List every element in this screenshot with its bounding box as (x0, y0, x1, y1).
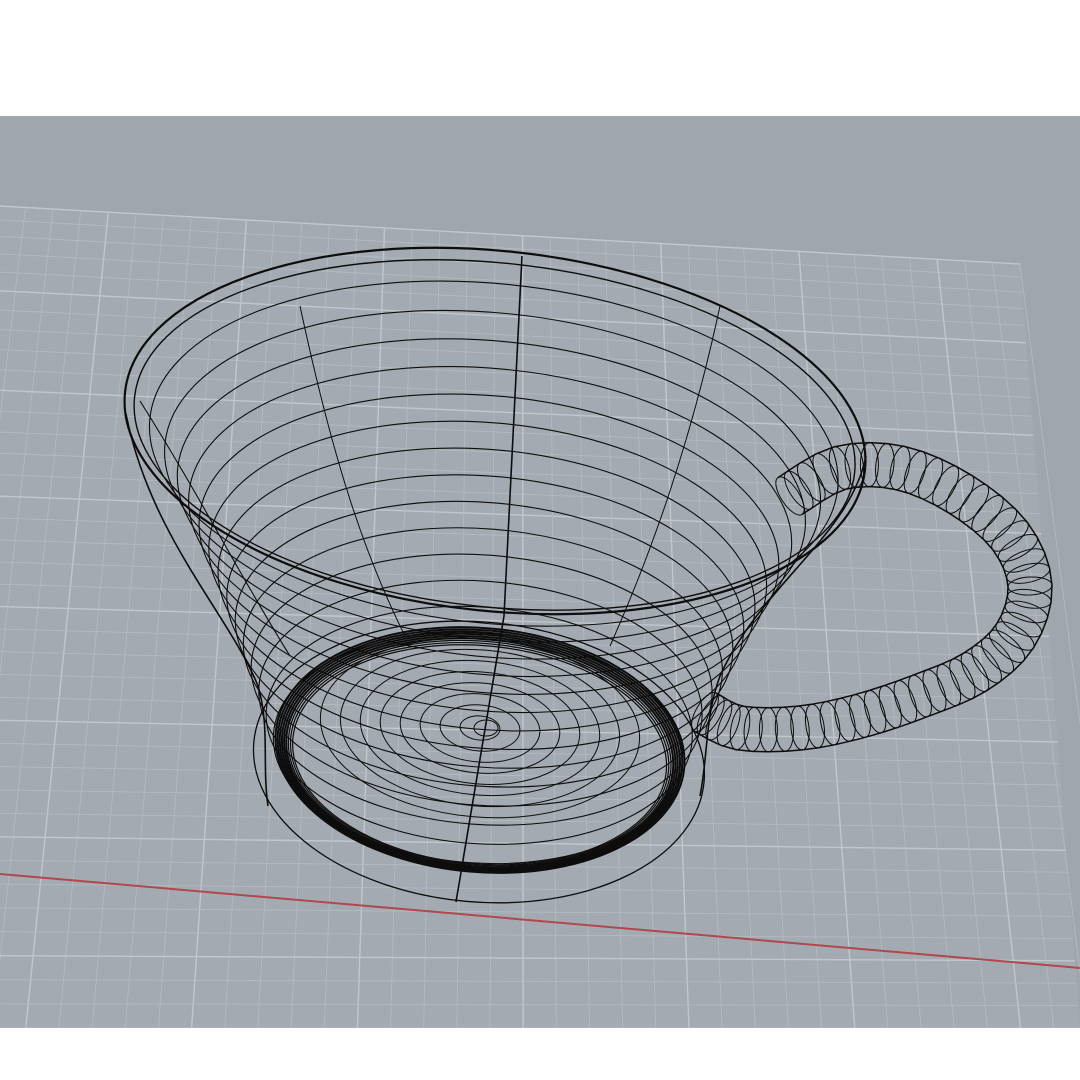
viewport-canvas[interactable] (0, 116, 1080, 1028)
construction-grid (0, 205, 1080, 1028)
app-frame (0, 0, 1080, 1080)
perspective-viewport[interactable] (0, 116, 1080, 1028)
